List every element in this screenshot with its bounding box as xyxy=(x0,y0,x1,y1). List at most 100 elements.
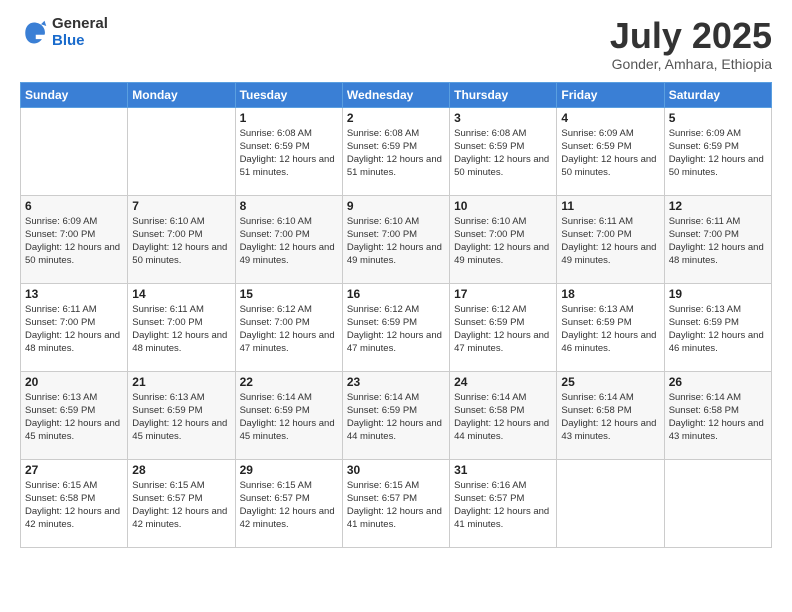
calendar-cell: 30 Sunrise: 6:15 AM Sunset: 6:57 PM Dayli… xyxy=(342,459,449,547)
day-info: Sunrise: 6:09 AM Sunset: 7:00 PM Dayligh… xyxy=(25,215,123,268)
day-number: 4 xyxy=(561,111,659,125)
day-number: 10 xyxy=(454,199,552,213)
weekday-header: Sunday xyxy=(21,82,128,107)
day-info: Sunrise: 6:15 AM Sunset: 6:57 PM Dayligh… xyxy=(347,479,445,532)
calendar-cell: 11 Sunrise: 6:11 AM Sunset: 7:00 PM Dayli… xyxy=(557,195,664,283)
day-info: Sunrise: 6:10 AM Sunset: 7:00 PM Dayligh… xyxy=(132,215,230,268)
day-number: 14 xyxy=(132,287,230,301)
day-info: Sunrise: 6:13 AM Sunset: 6:59 PM Dayligh… xyxy=(132,391,230,444)
day-number: 11 xyxy=(561,199,659,213)
calendar-cell xyxy=(128,107,235,195)
weekday-header-row: SundayMondayTuesdayWednesdayThursdayFrid… xyxy=(21,82,772,107)
day-number: 20 xyxy=(25,375,123,389)
day-info: Sunrise: 6:09 AM Sunset: 6:59 PM Dayligh… xyxy=(561,127,659,180)
day-number: 26 xyxy=(669,375,767,389)
day-number: 1 xyxy=(240,111,338,125)
calendar-cell: 12Sunrise: 6:11 AM Sunset: 7:00 PM Dayli… xyxy=(664,195,771,283)
day-info: Sunrise: 6:15 AM Sunset: 6:57 PM Dayligh… xyxy=(132,479,230,532)
weekday-header: Tuesday xyxy=(235,82,342,107)
calendar-cell: 25 Sunrise: 6:14 AM Sunset: 6:58 PM Dayli… xyxy=(557,371,664,459)
day-number: 28 xyxy=(132,463,230,477)
day-info: Sunrise: 6:14 AM Sunset: 6:58 PM Dayligh… xyxy=(669,391,767,444)
calendar-cell: 26 Sunrise: 6:14 AM Sunset: 6:58 PM Dayli… xyxy=(664,371,771,459)
day-info: Sunrise: 6:11 AM Sunset: 7:00 PM Dayligh… xyxy=(25,303,123,356)
day-number: 25 xyxy=(561,375,659,389)
weekday-header: Thursday xyxy=(450,82,557,107)
calendar-cell: 22 Sunrise: 6:14 AM Sunset: 6:59 PM Dayli… xyxy=(235,371,342,459)
calendar-cell: 28 Sunrise: 6:15 AM Sunset: 6:57 PM Dayli… xyxy=(128,459,235,547)
calendar-cell: 10 Sunrise: 6:10 AM Sunset: 7:00 PM Dayli… xyxy=(450,195,557,283)
day-number: 16 xyxy=(347,287,445,301)
location-subtitle: Gonder, Amhara, Ethiopia xyxy=(610,56,772,72)
day-info: Sunrise: 6:14 AM Sunset: 6:58 PM Dayligh… xyxy=(561,391,659,444)
weekday-header: Monday xyxy=(128,82,235,107)
calendar-cell: 4 Sunrise: 6:09 AM Sunset: 6:59 PM Daylig… xyxy=(557,107,664,195)
calendar-cell: 2 Sunrise: 6:08 AM Sunset: 6:59 PM Daylig… xyxy=(342,107,449,195)
day-info: Sunrise: 6:10 AM Sunset: 7:00 PM Dayligh… xyxy=(454,215,552,268)
day-number: 24 xyxy=(454,375,552,389)
calendar-cell: 23Sunrise: 6:14 AM Sunset: 6:59 PM Dayli… xyxy=(342,371,449,459)
calendar-cell: 29 Sunrise: 6:15 AM Sunset: 6:57 PM Dayli… xyxy=(235,459,342,547)
day-number: 5 xyxy=(669,111,767,125)
calendar-cell: 6 Sunrise: 6:09 AM Sunset: 7:00 PM Daylig… xyxy=(21,195,128,283)
logo-general: General xyxy=(52,16,108,33)
calendar-cell: 1 Sunrise: 6:08 AM Sunset: 6:59 PM Daylig… xyxy=(235,107,342,195)
day-number: 3 xyxy=(454,111,552,125)
day-number: 8 xyxy=(240,199,338,213)
day-info: Sunrise: 6:15 AM Sunset: 6:58 PM Dayligh… xyxy=(25,479,123,532)
month-title: July 2025 xyxy=(610,16,772,56)
calendar-cell: 24Sunrise: 6:14 AM Sunset: 6:58 PM Dayli… xyxy=(450,371,557,459)
calendar-cell: 31Sunrise: 6:16 AM Sunset: 6:57 PM Dayli… xyxy=(450,459,557,547)
logo-icon xyxy=(20,19,48,47)
day-number: 29 xyxy=(240,463,338,477)
calendar: SundayMondayTuesdayWednesdayThursdayFrid… xyxy=(20,82,772,548)
logo-blue: Blue xyxy=(52,33,108,50)
day-info: Sunrise: 6:09 AM Sunset: 6:59 PM Dayligh… xyxy=(669,127,767,180)
day-number: 31 xyxy=(454,463,552,477)
calendar-week-row: 20 Sunrise: 6:13 AM Sunset: 6:59 PM Dayli… xyxy=(21,371,772,459)
day-number: 13 xyxy=(25,287,123,301)
day-info: Sunrise: 6:13 AM Sunset: 6:59 PM Dayligh… xyxy=(669,303,767,356)
day-number: 21 xyxy=(132,375,230,389)
day-info: Sunrise: 6:12 AM Sunset: 6:59 PM Dayligh… xyxy=(347,303,445,356)
calendar-cell: 14 Sunrise: 6:11 AM Sunset: 7:00 PM Dayli… xyxy=(128,283,235,371)
calendar-week-row: 13 Sunrise: 6:11 AM Sunset: 7:00 PM Dayli… xyxy=(21,283,772,371)
day-number: 22 xyxy=(240,375,338,389)
day-info: Sunrise: 6:11 AM Sunset: 7:00 PM Dayligh… xyxy=(132,303,230,356)
calendar-cell xyxy=(557,459,664,547)
calendar-cell xyxy=(664,459,771,547)
day-info: Sunrise: 6:15 AM Sunset: 6:57 PM Dayligh… xyxy=(240,479,338,532)
page: General Blue July 2025 Gonder, Amhara, E… xyxy=(0,0,792,612)
day-info: Sunrise: 6:14 AM Sunset: 6:59 PM Dayligh… xyxy=(240,391,338,444)
calendar-cell: 8Sunrise: 6:10 AM Sunset: 7:00 PM Daylig… xyxy=(235,195,342,283)
day-number: 30 xyxy=(347,463,445,477)
day-info: Sunrise: 6:13 AM Sunset: 6:59 PM Dayligh… xyxy=(561,303,659,356)
calendar-cell: 21 Sunrise: 6:13 AM Sunset: 6:59 PM Dayli… xyxy=(128,371,235,459)
calendar-cell: 18 Sunrise: 6:13 AM Sunset: 6:59 PM Dayli… xyxy=(557,283,664,371)
weekday-header: Friday xyxy=(557,82,664,107)
day-number: 9 xyxy=(347,199,445,213)
day-info: Sunrise: 6:10 AM Sunset: 7:00 PM Dayligh… xyxy=(347,215,445,268)
day-number: 19 xyxy=(669,287,767,301)
calendar-cell: 17 Sunrise: 6:12 AM Sunset: 6:59 PM Dayli… xyxy=(450,283,557,371)
calendar-cell: 15Sunrise: 6:12 AM Sunset: 7:00 PM Dayli… xyxy=(235,283,342,371)
day-info: Sunrise: 6:14 AM Sunset: 6:59 PM Dayligh… xyxy=(347,391,445,444)
day-number: 6 xyxy=(25,199,123,213)
day-number: 2 xyxy=(347,111,445,125)
day-info: Sunrise: 6:12 AM Sunset: 6:59 PM Dayligh… xyxy=(454,303,552,356)
day-info: Sunrise: 6:08 AM Sunset: 6:59 PM Dayligh… xyxy=(454,127,552,180)
calendar-week-row: 1 Sunrise: 6:08 AM Sunset: 6:59 PM Daylig… xyxy=(21,107,772,195)
calendar-cell: 9 Sunrise: 6:10 AM Sunset: 7:00 PM Daylig… xyxy=(342,195,449,283)
calendar-cell: 7Sunrise: 6:10 AM Sunset: 7:00 PM Daylig… xyxy=(128,195,235,283)
day-info: Sunrise: 6:11 AM Sunset: 7:00 PM Dayligh… xyxy=(669,215,767,268)
title-block: July 2025 Gonder, Amhara, Ethiopia xyxy=(610,16,772,72)
weekday-header: Saturday xyxy=(664,82,771,107)
calendar-cell: 19 Sunrise: 6:13 AM Sunset: 6:59 PM Dayli… xyxy=(664,283,771,371)
day-info: Sunrise: 6:08 AM Sunset: 6:59 PM Dayligh… xyxy=(347,127,445,180)
day-number: 18 xyxy=(561,287,659,301)
day-info: Sunrise: 6:11 AM Sunset: 7:00 PM Dayligh… xyxy=(561,215,659,268)
weekday-header: Wednesday xyxy=(342,82,449,107)
day-info: Sunrise: 6:08 AM Sunset: 6:59 PM Dayligh… xyxy=(240,127,338,180)
day-number: 17 xyxy=(454,287,552,301)
calendar-cell: 5 Sunrise: 6:09 AM Sunset: 6:59 PM Daylig… xyxy=(664,107,771,195)
